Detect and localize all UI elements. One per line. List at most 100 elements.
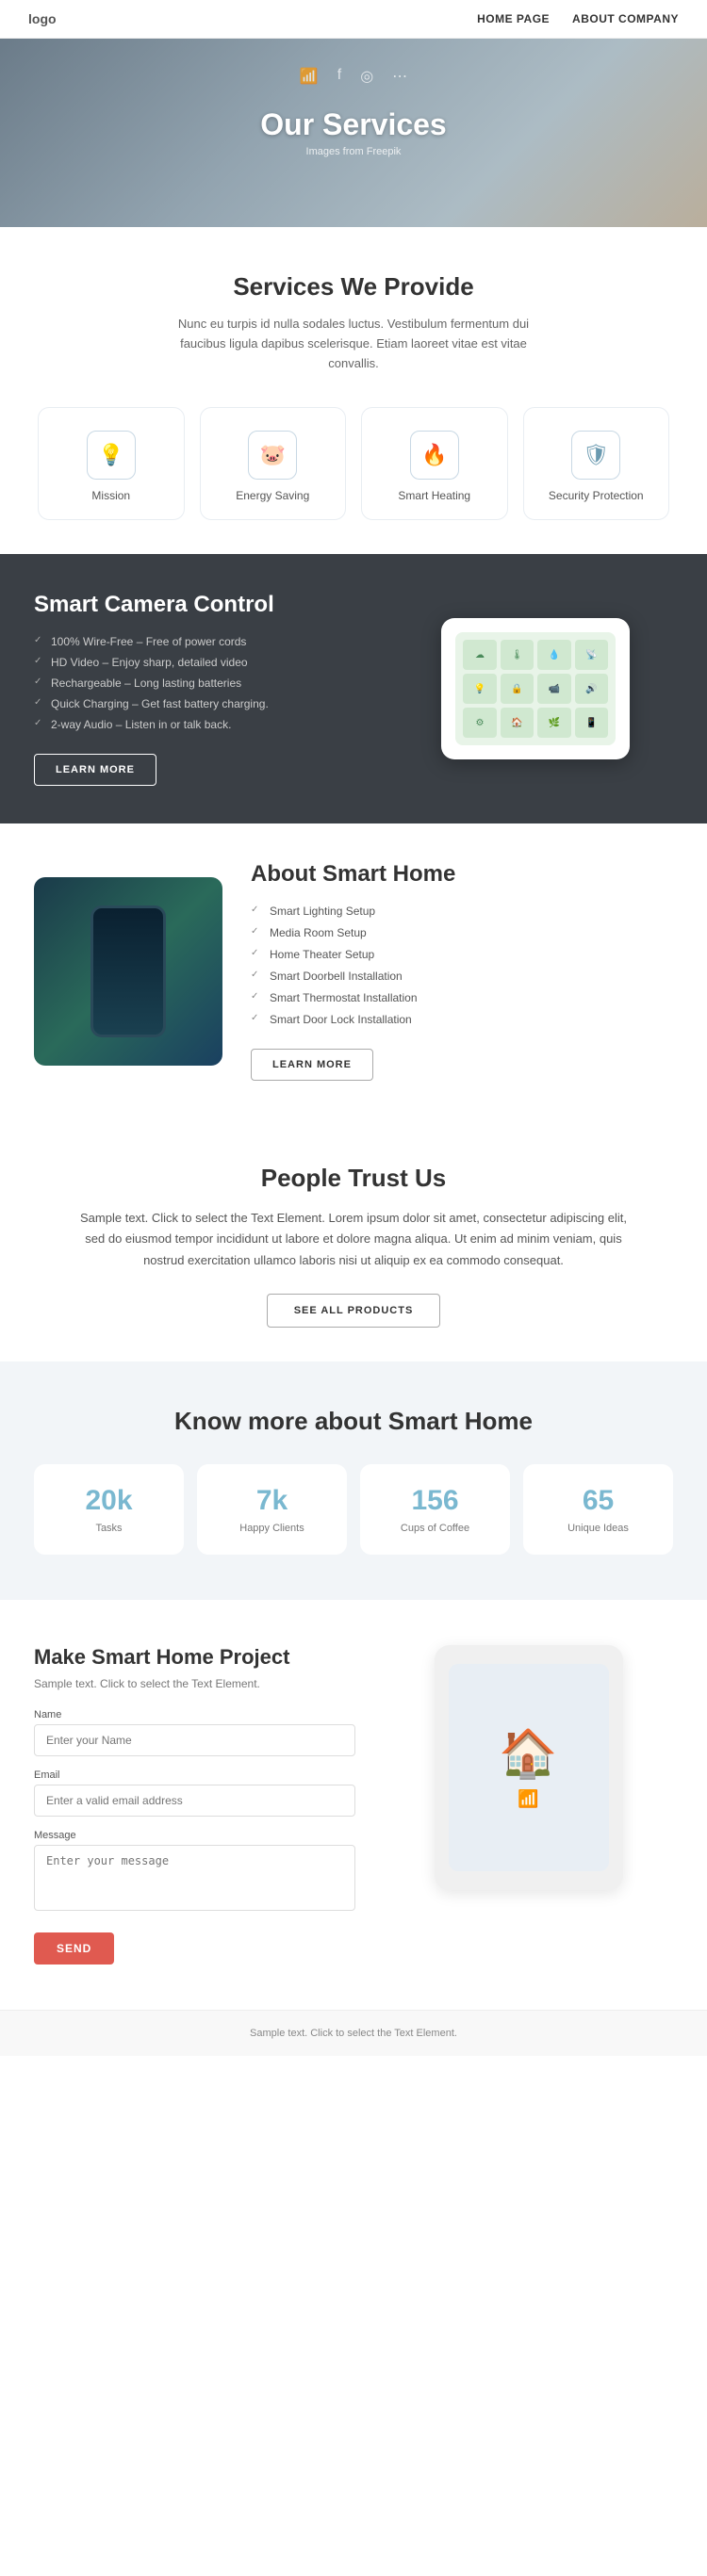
- screen-cell: 📹: [537, 674, 571, 704]
- about-phone: [90, 905, 166, 1037]
- camera-device: ☁ 🌡 💧 📡 💡 🔒 📹 🔊 ⚙ 🏠 🌿 📱: [441, 618, 630, 759]
- stat-ideas-value: 65: [583, 1485, 614, 1517]
- message-label: Message: [34, 1830, 355, 1841]
- house-icon: 🏠: [499, 1726, 557, 1782]
- services-section: Services We Provide Nunc eu turpis id nu…: [0, 227, 707, 554]
- stats-section: Know more about Smart Home 20k Tasks 7k …: [0, 1361, 707, 1600]
- security-icon: 🛡: [571, 431, 620, 480]
- camera-feature-1: 100% Wire-Free – Free of power cords: [34, 635, 370, 648]
- send-button[interactable]: SEND: [34, 1932, 114, 1965]
- stats-heading: Know more about Smart Home: [34, 1407, 673, 1436]
- service-card-mission: 💡 Mission: [38, 407, 185, 520]
- nav-about[interactable]: ABOUT COMPANY: [572, 12, 679, 25]
- facebook-icon: f: [337, 67, 341, 86]
- services-heading: Services We Provide: [38, 272, 669, 302]
- tablet-device: 🏠 📶: [435, 1645, 623, 1890]
- camera-feature-4: Quick Charging – Get fast battery chargi…: [34, 697, 370, 710]
- stat-coffee-label: Cups of Coffee: [401, 1523, 469, 1534]
- camera-feature-3: Rechargeable – Long lasting batteries: [34, 677, 370, 690]
- logo: logo: [28, 11, 57, 26]
- service-card-heating: 🔥 Smart Heating: [361, 407, 508, 520]
- service-label-mission: Mission: [91, 489, 130, 502]
- screen-cell: 🌿: [537, 708, 571, 738]
- see-all-products-button[interactable]: SEE ALL PRODUCTS: [267, 1294, 441, 1328]
- camera-screen: ☁ 🌡 💧 📡 💡 🔒 📹 🔊 ⚙ 🏠 🌿 📱: [455, 632, 616, 745]
- message-input[interactable]: [34, 1845, 355, 1911]
- form-group-message: Message: [34, 1830, 355, 1916]
- camera-section: Smart Camera Control 100% Wire-Free – Fr…: [0, 554, 707, 823]
- wifi-icon: 📶: [300, 67, 319, 86]
- service-card-security: 🛡 Security Protection: [523, 407, 670, 520]
- about-section: About Smart Home Smart Lighting Setup Me…: [0, 823, 707, 1118]
- screen-cell: 🔊: [575, 674, 609, 704]
- stat-tasks: 20k Tasks: [34, 1464, 184, 1555]
- service-label-energy: Energy Saving: [236, 489, 309, 502]
- hero-content: Our Services Images from Freepik: [260, 107, 446, 159]
- camera-right: ☁ 🌡 💧 📡 💡 🔒 📹 🔊 ⚙ 🏠 🌿 📱: [398, 618, 673, 759]
- screen-cell: 🌡: [501, 640, 534, 670]
- tablet-screen: 🏠 📶: [449, 1664, 609, 1871]
- form-group-name: Name: [34, 1709, 355, 1756]
- footer-text: Sample text. Click to select the Text El…: [34, 2028, 673, 2039]
- services-subtitle: Nunc eu turpis id nulla sodales luctus. …: [156, 315, 551, 373]
- heating-icon: 🔥: [410, 431, 459, 480]
- name-label: Name: [34, 1709, 355, 1720]
- hero-section: 📶 f ◎ ⋯ Our Services Images from Freepik: [0, 39, 707, 227]
- footer: Sample text. Click to select the Text El…: [0, 2010, 707, 2056]
- dots-icon: ⋯: [392, 67, 407, 86]
- service-label-security: Security Protection: [549, 489, 644, 502]
- email-input[interactable]: [34, 1785, 355, 1817]
- about-feature-1: Smart Lighting Setup: [251, 905, 673, 918]
- name-input[interactable]: [34, 1724, 355, 1756]
- screen-cell: 💧: [537, 640, 571, 670]
- screen-cell: 💡: [463, 674, 497, 704]
- stat-ideas-label: Unique Ideas: [567, 1523, 629, 1534]
- about-features: Smart Lighting Setup Media Room Setup Ho…: [251, 905, 673, 1026]
- service-card-energy: 🐷 Energy Saving: [200, 407, 347, 520]
- stat-ideas: 65 Unique Ideas: [523, 1464, 673, 1555]
- camera-learn-more-button[interactable]: LEARN MORE: [34, 754, 156, 786]
- stat-coffee: 156 Cups of Coffee: [360, 1464, 510, 1555]
- stat-coffee-value: 156: [411, 1485, 458, 1517]
- about-feature-5: Smart Thermostat Installation: [251, 991, 673, 1004]
- hero-icons: 📶 f ◎ ⋯: [300, 67, 407, 86]
- project-section: Make Smart Home Project Sample text. Cli…: [0, 1600, 707, 2010]
- navbar: logo HOME PAGE ABOUT COMPANY: [0, 0, 707, 39]
- screen-cell: 🔒: [501, 674, 534, 704]
- about-feature-6: Smart Door Lock Installation: [251, 1013, 673, 1026]
- service-label-heating: Smart Heating: [398, 489, 470, 502]
- about-right: About Smart Home Smart Lighting Setup Me…: [251, 861, 673, 1081]
- stat-clients-label: Happy Clients: [239, 1523, 304, 1534]
- about-heading: About Smart Home: [251, 861, 673, 888]
- email-label: Email: [34, 1769, 355, 1781]
- service-cards: 💡 Mission 🐷 Energy Saving 🔥 Smart Heatin…: [38, 407, 669, 520]
- screen-cell: ☁: [463, 640, 497, 670]
- camera-feature-5: 2-way Audio – Listen in or talk back.: [34, 718, 370, 731]
- trust-body: Sample text. Click to select the Text El…: [80, 1208, 627, 1270]
- trust-heading: People Trust Us: [38, 1164, 669, 1193]
- form-group-email: Email: [34, 1769, 355, 1817]
- about-image: [34, 877, 222, 1066]
- about-feature-2: Media Room Setup: [251, 926, 673, 939]
- nav-home[interactable]: HOME PAGE: [477, 12, 550, 25]
- project-subtitle: Sample text. Click to select the Text El…: [34, 1677, 355, 1690]
- about-learn-more-button[interactable]: LEARN MORE: [251, 1049, 373, 1081]
- camera-left: Smart Camera Control 100% Wire-Free – Fr…: [34, 592, 370, 786]
- screen-cell: ⚙: [463, 708, 497, 738]
- screen-cell: 📱: [575, 708, 609, 738]
- screen-cell: 📡: [575, 640, 609, 670]
- hero-title: Our Services: [260, 107, 446, 142]
- stat-tasks-value: 20k: [85, 1485, 132, 1517]
- camera-features: 100% Wire-Free – Free of power cords HD …: [34, 635, 370, 731]
- stat-tasks-label: Tasks: [95, 1523, 122, 1534]
- camera-feature-2: HD Video – Enjoy sharp, detailed video: [34, 656, 370, 669]
- project-left: Make Smart Home Project Sample text. Cli…: [34, 1645, 355, 1965]
- stat-clients-value: 7k: [256, 1485, 288, 1517]
- nav-links: HOME PAGE ABOUT COMPANY: [477, 12, 679, 25]
- mission-icon: 💡: [87, 431, 136, 480]
- stats-grid: 20k Tasks 7k Happy Clients 156 Cups of C…: [34, 1464, 673, 1555]
- hero-attribution: Images from Freepik: [306, 146, 402, 157]
- tablet-wifi-icon: 📶: [518, 1789, 538, 1809]
- screen-cell: 🏠: [501, 708, 534, 738]
- stat-clients: 7k Happy Clients: [197, 1464, 347, 1555]
